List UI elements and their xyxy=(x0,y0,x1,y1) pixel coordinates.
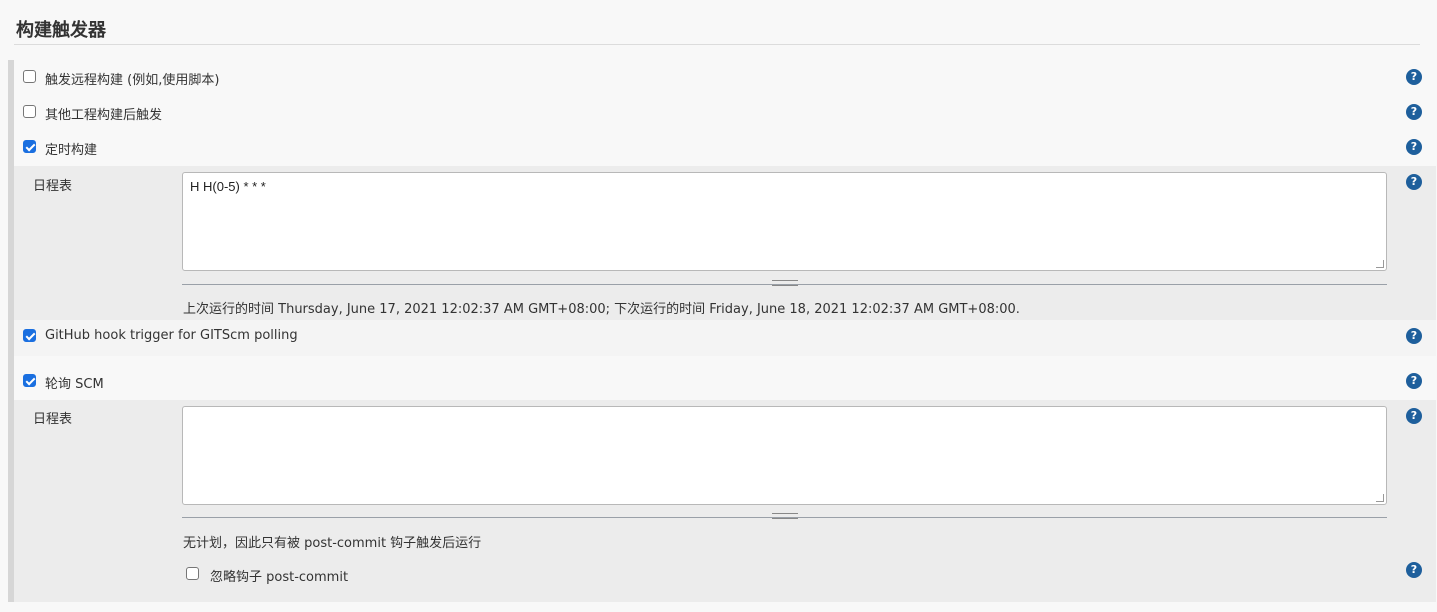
textarea-resize-handle[interactable] xyxy=(1376,494,1384,502)
timer-run-info: 上次运行的时间 Thursday, June 17, 2021 12:02:37… xyxy=(183,302,1020,317)
timer-build-checkbox[interactable] xyxy=(23,140,36,153)
textarea-resize-handle[interactable] xyxy=(1376,260,1384,268)
timer-schedule-textarea[interactable]: H H(0-5) * * * xyxy=(182,172,1387,271)
after-other-build-checkbox[interactable] xyxy=(23,105,36,118)
poll-scm-schedule-textarea[interactable] xyxy=(182,406,1387,505)
github-hook-label[interactable]: GitHub hook trigger for GITScm polling xyxy=(45,328,298,343)
help-icon[interactable]: ? xyxy=(1406,139,1422,155)
help-icon[interactable]: ? xyxy=(1406,104,1422,120)
title-divider xyxy=(14,44,1420,45)
poll-scm-info: 无计划，因此只有被 post-commit 钩子触发后运行 xyxy=(183,536,482,551)
help-icon[interactable]: ? xyxy=(1406,562,1422,578)
poll-scm-schedule-label: 日程表 xyxy=(33,412,73,427)
poll-scm-checkbox[interactable] xyxy=(23,374,36,387)
textarea-drag-bar[interactable] xyxy=(182,280,1387,286)
help-icon[interactable]: ? xyxy=(1406,69,1422,85)
help-icon[interactable]: ? xyxy=(1406,328,1422,344)
poll-scm-label[interactable]: 轮询 SCM xyxy=(45,373,104,392)
drag-grip-icon xyxy=(771,280,798,286)
help-icon[interactable]: ? xyxy=(1406,373,1422,389)
after-other-build-label[interactable]: 其他工程构建后触发 xyxy=(45,104,162,123)
ignore-post-commit-label[interactable]: 忽略钩子 post-commit xyxy=(210,566,348,585)
help-icon[interactable]: ? xyxy=(1406,408,1422,424)
remote-trigger-label[interactable]: 触发远程构建 (例如,使用脚本) xyxy=(45,69,219,88)
ignore-post-commit-checkbox[interactable] xyxy=(186,567,199,580)
help-icon[interactable]: ? xyxy=(1406,174,1422,190)
remote-trigger-checkbox[interactable] xyxy=(23,70,36,83)
textarea-drag-bar[interactable] xyxy=(182,513,1387,519)
github-hook-checkbox[interactable] xyxy=(23,329,36,342)
timer-schedule-label: 日程表 xyxy=(33,179,73,194)
section-title: 构建触发器 xyxy=(16,20,106,41)
timer-build-label[interactable]: 定时构建 xyxy=(45,139,97,158)
drag-grip-icon xyxy=(771,513,798,519)
